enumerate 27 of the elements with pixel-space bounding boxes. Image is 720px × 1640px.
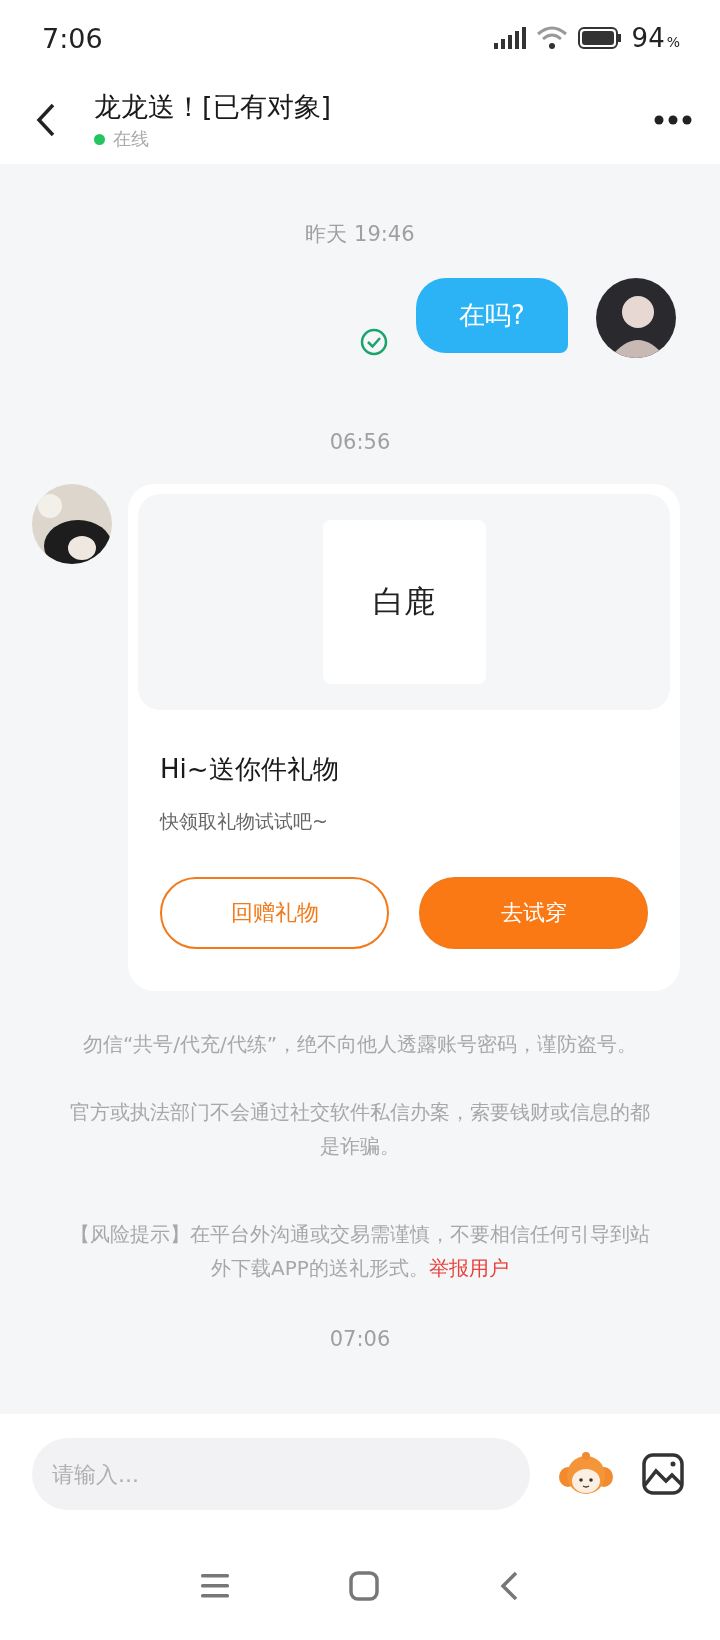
menu-icon[interactable]: [201, 1573, 229, 1599]
timestamp: 07:06: [329, 1327, 391, 1351]
return-gift-button[interactable]: 回赠礼物: [160, 877, 389, 949]
gift-name: 白鹿: [373, 582, 435, 621]
safety-notice: 官方或执法部门不会通过社交软件私信办案，索要钱财或信息的都是诈骗。: [69, 1099, 651, 1160]
presence-status: 在线: [113, 127, 149, 151]
safety-notice: 勿信“共号/代充/代练”，绝不向他人透露账号密码，谨防盗号。: [81, 1031, 639, 1058]
message-input[interactable]: 请输入...: [32, 1438, 530, 1510]
battery-icon: [577, 27, 622, 49]
battery-unit: %: [666, 34, 680, 50]
image-icon[interactable]: [642, 1453, 684, 1495]
back-icon[interactable]: [36, 103, 56, 137]
battery-level: 94: [631, 23, 665, 53]
wifi-icon: [535, 26, 568, 50]
timestamp: 06:56: [329, 430, 391, 454]
signal-icon: [491, 27, 526, 49]
message-bubble[interactable]: 在吗?: [416, 278, 568, 353]
status-time: 7:06: [42, 22, 104, 54]
timestamp: 昨天 19:46: [305, 221, 415, 248]
try-on-button[interactable]: 去试穿: [419, 877, 648, 949]
report-user-link[interactable]: 举报用户: [428, 1256, 509, 1280]
risk-notice: 【风险提示】在平台外沟通或交易需谨慎，不要相信任何引导到站外下载APP的送礼形式。举报用户: [69, 1221, 651, 1282]
gift-title: Hi~送你件礼物: [160, 753, 340, 786]
chat-title: 龙龙送！[已有对象]: [94, 90, 333, 124]
gift-subtitle: 快领取礼物试试吧~: [160, 809, 329, 834]
home-icon[interactable]: [349, 1571, 379, 1601]
more-icon[interactable]: [654, 115, 692, 125]
